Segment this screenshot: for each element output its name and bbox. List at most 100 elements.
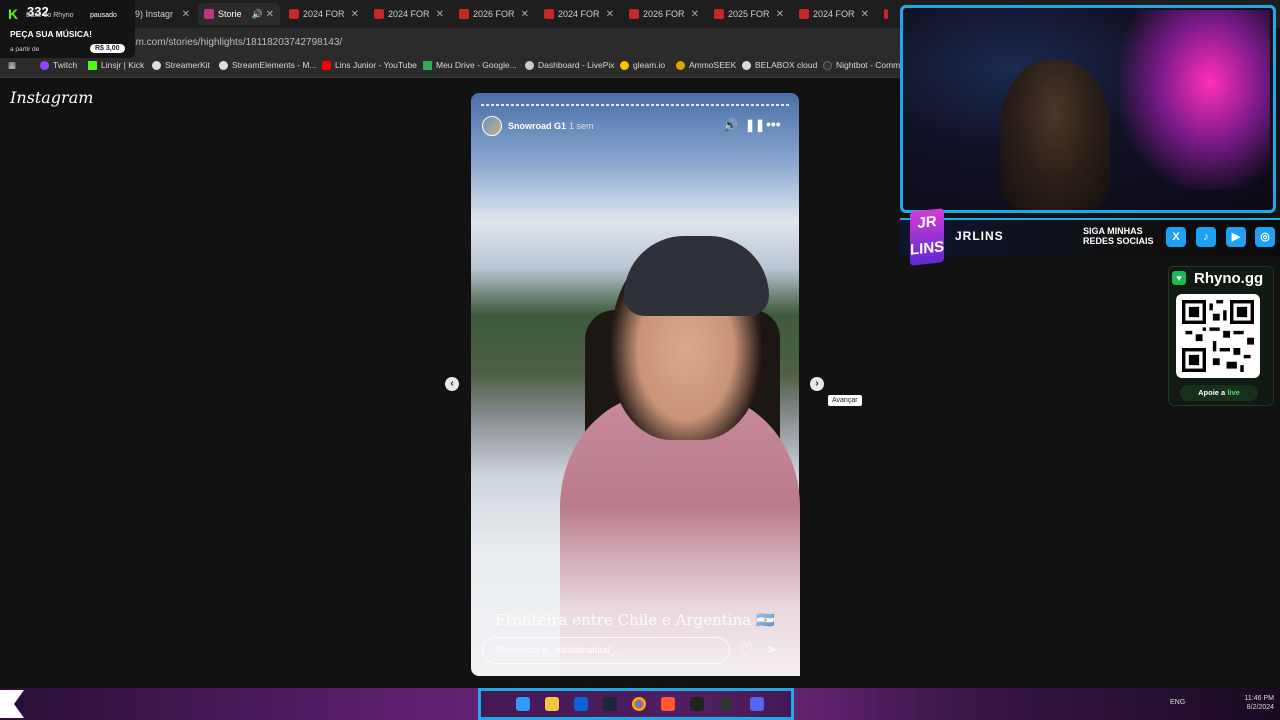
like-heart-icon[interactable]: ♡ [739,640,753,660]
gleam-icon [620,60,629,70]
tab-label: 2024 FOR [303,9,345,19]
kick-logo-icon: K [8,6,19,22]
globe-icon [152,60,161,70]
tab-2024-for[interactable]: 2024 FOR ✕ [368,3,450,25]
live-label: live [1227,388,1240,397]
story-timestamp: 1 sem [569,121,594,131]
channel-logo: JR LINS [910,208,944,266]
tab-label: 2024 FOR [388,9,430,19]
webcam-video [1120,10,1270,190]
bookmark-label: Dashboard - LivePix [538,60,615,70]
bookmark-belabox[interactable]: BELABOX cloud [742,60,817,70]
speaker-icon[interactable]: 🔊 [252,9,263,20]
bookmark-label: StreamElements - M... [232,60,317,70]
avatar[interactable] [482,116,502,136]
pdf-favicon-icon [714,9,724,19]
paused-status: pausado [90,12,117,19]
close-icon[interactable]: ✕ [521,9,529,20]
bookmark-gleam[interactable]: gleam.io [620,60,665,70]
tab-2024-for[interactable]: 2024 FOR ✕ [283,3,365,25]
kick-icon [88,60,97,70]
close-icon[interactable]: ✕ [861,9,869,20]
qr-code [1176,294,1260,378]
instagram-favicon-icon [204,9,214,19]
close-icon[interactable]: ✕ [606,9,614,20]
story-caption: Fronteira entre Chile e Argentina 🇦🇷 [495,611,775,629]
tab-2026-for[interactable]: 2026 FOR ✕ [623,3,705,25]
previous-story-button[interactable]: ‹ [445,377,459,391]
file-explorer-icon[interactable] [545,697,559,711]
bookmark-label: StreamerKit [165,60,210,70]
tab-label: 2024 FOR [558,9,600,19]
bookmark-kick[interactable]: Linsjr | Kick [88,60,144,70]
google-drive-icon [423,60,432,70]
url-field[interactable]: instagram.com/stories/highlights/1811820… [100,34,890,52]
terminal-icon[interactable] [690,697,704,711]
close-icon[interactable]: ✕ [182,9,190,20]
song-title: Baile do Rhyno [26,12,74,19]
system-clock[interactable]: 11:46 PM 8/2/2024 [1230,694,1274,712]
outlook-icon[interactable] [574,697,588,711]
reply-input[interactable]: Responder a _habitatnatural_... [482,637,730,664]
tab-2024-for[interactable]: 2024 FOR ✕ [793,3,875,25]
bookmark-label: Nightbot - Comm [836,60,901,70]
story-progress-bar [481,104,789,106]
more-options-icon[interactable]: ••• [766,116,781,132]
social-cta: SIGA MINHAS REDES SOCIAIS [1083,226,1154,246]
bookmark-label: Meu Drive - Google... [436,60,517,70]
tab-label: 2026 FOR [473,9,515,19]
close-icon[interactable]: ✕ [351,9,359,20]
chrome-icon[interactable] [632,697,646,711]
bookmark-ammoseek[interactable]: AmmoSEEK [676,60,736,70]
tab-stories[interactable]: Storie 🔊 ✕ [198,3,280,25]
bookmark-streamelements[interactable]: StreamElements - M... [219,60,317,70]
instagram-logo[interactable]: Instagram [10,88,93,107]
support-label: Apoie a [1198,388,1226,397]
apps-grid-icon[interactable]: ▦ [8,60,16,71]
pdf-favicon-icon [374,9,384,19]
tab-label: 2024 FOR [813,9,855,19]
tab-label: 2026 FOR [643,9,685,19]
nightbot-icon [823,60,832,70]
tab-more[interactable] [878,3,898,25]
close-icon[interactable]: ✕ [266,9,274,20]
close-icon[interactable]: ✕ [436,9,444,20]
close-icon[interactable]: ✕ [691,9,699,20]
pdf-favicon-icon [884,9,888,19]
tiktok-icon: ♪ [1196,227,1216,247]
ammoseek-icon [676,60,685,70]
discord-icon[interactable] [750,697,764,711]
bookmark-youtube[interactable]: Lins Junior - YouTube [322,60,417,70]
x-icon: X [1166,227,1186,247]
app-icon[interactable] [661,697,675,711]
close-icon[interactable]: ✕ [776,9,784,20]
pause-icon[interactable]: ❚❚ [745,118,765,132]
next-story-button[interactable]: › [810,377,824,391]
next-tooltip: Avançar [828,395,862,406]
channel-name: JRLINS [955,229,1004,243]
pdf-favicon-icon [544,9,554,19]
bookmark-label: AmmoSEEK [689,60,737,70]
tab-label: Storie [218,9,242,19]
bookmark-google-drive[interactable]: Meu Drive - Google... [423,60,517,70]
bookmark-streamerkit[interactable]: StreamerKit [152,60,210,70]
steam-icon[interactable] [603,697,617,711]
rhyno-title: Rhyno.gg [1194,270,1264,287]
bookmark-nightbot[interactable]: Nightbot - Comm [823,60,900,70]
windows-start-icon[interactable] [516,697,530,711]
twitch-icon [40,60,49,70]
bookmark-twitch[interactable]: Twitch [40,60,77,70]
bookmark-livepix[interactable]: Dashboard - LivePix [525,60,615,70]
tab-2024-for[interactable]: 2024 FOR ✕ [538,3,620,25]
volume-icon[interactable]: 🔊 [723,118,738,132]
tab-2025-for[interactable]: 2025 FOR ✕ [708,3,790,25]
heart-icon: ♥ [1172,271,1186,285]
send-icon[interactable]: ➢ [766,641,778,658]
story-username[interactable]: Snowroad G1 [508,121,566,131]
language-indicator[interactable]: ENG [1170,699,1185,706]
bookmark-label: gleam.io [633,60,666,70]
tab-2026-for[interactable]: 2026 FOR ✕ [453,3,535,25]
bookmark-label: BELABOX cloud [755,60,818,70]
obs-icon[interactable] [719,697,733,711]
youtube-icon [322,60,331,70]
